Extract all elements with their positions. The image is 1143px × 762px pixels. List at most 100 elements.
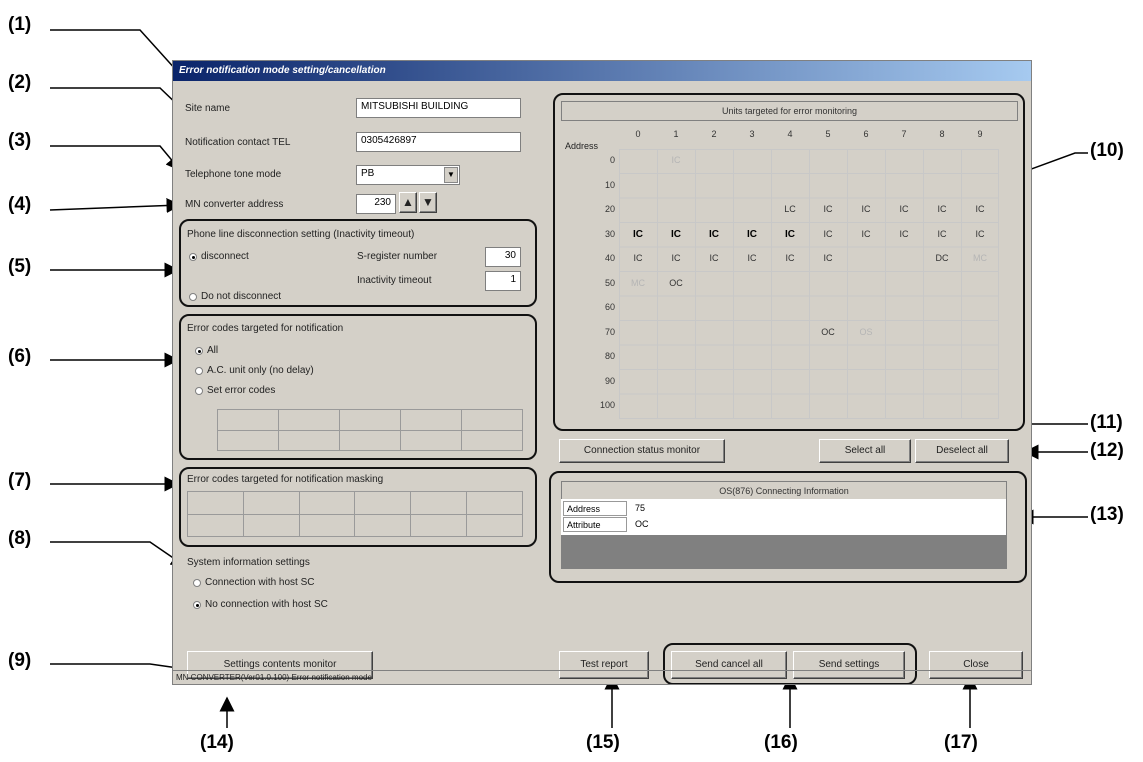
units-row-header: 20 xyxy=(604,204,615,214)
os-attribute-label: Attribute xyxy=(563,517,627,532)
os-address-value: 75 xyxy=(635,503,646,513)
unit-cell[interactable]: MC xyxy=(619,278,657,288)
timeout-label: Inactivity timeout xyxy=(357,275,432,286)
units-col-header: 8 xyxy=(939,129,945,139)
callout-1: (1) xyxy=(8,14,32,35)
os-attribute-value: OC xyxy=(635,519,649,529)
callout-8: (8) xyxy=(8,528,32,549)
chevron-down-icon[interactable]: ▼ xyxy=(444,167,458,183)
deselect-all-button[interactable]: Deselect all xyxy=(915,439,1009,463)
unit-cell[interactable]: IC xyxy=(733,253,771,263)
unit-cell[interactable]: IC xyxy=(657,155,695,165)
ac-unit-label: A.C. unit only (no delay) xyxy=(207,365,314,376)
units-col-header: 7 xyxy=(901,129,907,139)
site-name-input[interactable]: MITSUBISHI BUILDING xyxy=(356,98,521,118)
unit-cell[interactable]: IC xyxy=(809,253,847,263)
error-notification-dialog: Error notification mode setting/cancella… xyxy=(172,60,1032,685)
unit-cell[interactable]: IC xyxy=(695,253,733,263)
all-label: All xyxy=(207,345,219,356)
unit-cell[interactable]: IC xyxy=(619,253,657,263)
os-info-title: OS(876) Connecting Information xyxy=(561,481,1007,501)
callout-7: (7) xyxy=(8,470,32,491)
unit-cell[interactable]: IC xyxy=(657,229,695,240)
unit-cell[interactable]: IC xyxy=(923,229,961,239)
window-title: Error notification mode setting/cancella… xyxy=(173,61,1031,81)
unit-cell[interactable]: IC xyxy=(923,204,961,214)
callout-5: (5) xyxy=(8,256,32,277)
connection-status-button[interactable]: Connection status monitor xyxy=(559,439,725,463)
arrow-up-icon: ▲ xyxy=(402,195,414,209)
unit-cell[interactable]: IC xyxy=(885,229,923,239)
units-row-header: 30 xyxy=(604,228,615,239)
units-row-header: 50 xyxy=(604,277,615,288)
masking-grid[interactable] xyxy=(187,491,523,537)
os-info-panel: Address 75 Attribute OC xyxy=(561,499,1007,569)
timeout-input[interactable]: 1 xyxy=(485,271,521,291)
unit-cell[interactable]: IC xyxy=(619,229,657,240)
tone-mode-select[interactable]: PB ▼ xyxy=(356,165,460,185)
units-row-header: 90 xyxy=(604,375,615,386)
callout-2: (2) xyxy=(8,72,32,93)
unit-cell[interactable]: IC xyxy=(771,253,809,263)
tone-mode-value: PB xyxy=(361,168,375,179)
unit-cell[interactable]: IC xyxy=(657,253,695,263)
unit-cell[interactable]: LC xyxy=(771,204,809,214)
radio-ac-unit[interactable] xyxy=(195,367,203,375)
radio-no-host-connection[interactable] xyxy=(193,601,201,609)
callout-17: (17) xyxy=(944,732,978,753)
units-title: Units targeted for error monitoring xyxy=(561,101,1018,121)
units-grid[interactable]: 0 1 2 3 4 5 6 7 8 9 0 IC 10 20 LC IC IC IC IC IC 30 IC IC IC IC I… xyxy=(557,129,1017,425)
callout-12: (12) xyxy=(1090,440,1124,461)
unit-cell[interactable]: IC xyxy=(809,204,847,214)
callout-6: (6) xyxy=(8,346,32,367)
os-info-table: Address 75 Attribute OC xyxy=(561,499,1006,535)
radio-set-codes[interactable] xyxy=(195,387,203,395)
radio-host-connection[interactable] xyxy=(193,579,201,587)
contact-tel-input[interactable]: 0305426897 xyxy=(356,132,521,152)
phone-line-title: Phone line disconnection setting (Inacti… xyxy=(187,229,415,240)
site-name-label: Site name xyxy=(185,103,231,114)
unit-cell[interactable]: IC xyxy=(847,204,885,214)
unit-cell[interactable]: IC xyxy=(771,229,809,240)
sreg-input[interactable]: 30 xyxy=(485,247,521,267)
arrow-down-icon: ▼ xyxy=(422,195,434,209)
unit-cell[interactable]: IC xyxy=(961,229,999,239)
callout-14: (14) xyxy=(200,732,234,753)
unit-cell[interactable]: IC xyxy=(695,229,733,240)
radio-disconnect[interactable] xyxy=(189,253,197,261)
address-down-button[interactable]: ▼ xyxy=(419,192,437,213)
converter-address-input[interactable]: 230 xyxy=(356,194,396,214)
unit-cell[interactable]: OS xyxy=(847,327,885,337)
error-code-grid[interactable] xyxy=(217,409,523,451)
contact-tel-label: Notification contact TEL xyxy=(185,137,291,148)
unit-cell[interactable]: IC xyxy=(847,229,885,239)
callout-11: (11) xyxy=(1090,412,1123,433)
no-host-connection-label: No connection with host SC xyxy=(205,599,328,610)
units-row-header: 70 xyxy=(604,326,615,337)
unit-cell[interactable]: IC xyxy=(809,229,847,239)
unit-cell[interactable]: IC xyxy=(961,204,999,214)
system-info-title: System information settings xyxy=(187,557,310,568)
unit-cell[interactable]: OC xyxy=(809,327,847,337)
address-up-button[interactable]: ▲ xyxy=(399,192,417,213)
host-connection-label: Connection with host SC xyxy=(205,577,315,588)
units-col-header: 2 xyxy=(711,129,717,139)
masking-title: Error codes targeted for notification ma… xyxy=(187,474,384,485)
radio-all[interactable] xyxy=(195,347,203,355)
unit-cell[interactable]: MC xyxy=(961,253,999,263)
status-bar: MN CONVERTER(Ver01.0.100) Error notifica… xyxy=(173,670,1031,684)
unit-cell[interactable]: DC xyxy=(923,253,961,263)
callout-10: (10) xyxy=(1090,140,1124,161)
units-row-header: 40 xyxy=(604,253,615,263)
units-row-header: 60 xyxy=(604,302,615,312)
callout-9: (9) xyxy=(8,650,32,671)
units-row-header: 10 xyxy=(604,179,615,190)
radio-no-disconnect[interactable] xyxy=(189,293,197,301)
callout-15: (15) xyxy=(586,732,620,753)
units-row-header: 100 xyxy=(599,400,615,410)
unit-cell[interactable]: IC xyxy=(885,204,923,214)
unit-cell[interactable]: IC xyxy=(733,229,771,240)
unit-cell[interactable]: OC xyxy=(657,278,695,288)
callout-13: (13) xyxy=(1090,504,1124,525)
select-all-button[interactable]: Select all xyxy=(819,439,911,463)
